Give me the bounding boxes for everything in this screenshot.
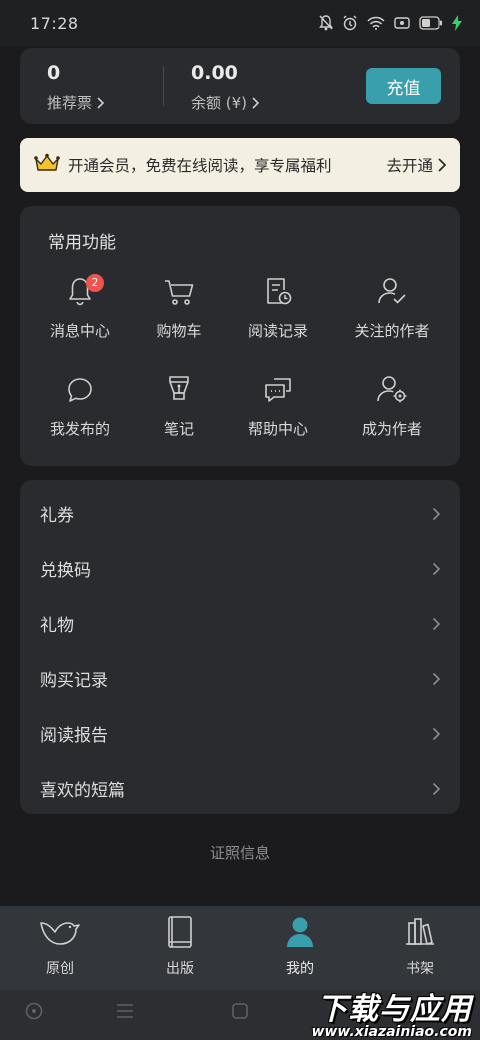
tab-label: 出版 bbox=[166, 961, 194, 977]
tab-label: 我的 bbox=[286, 961, 314, 977]
menu-item-gifts[interactable]: 礼物 bbox=[20, 596, 460, 651]
recent-apps-icon[interactable] bbox=[231, 1002, 249, 1024]
message-badge: 2 bbox=[86, 274, 104, 292]
status-icons: 41 bbox=[319, 15, 462, 31]
help-chat-icon bbox=[263, 376, 293, 408]
chevron-right-icon bbox=[432, 617, 440, 630]
common-functions-panel: 常用功能 2 消息中心 购物车 阅读记录 关注的作者 我发布的 笔记 帮助中心 … bbox=[20, 206, 460, 466]
mute-bell-icon bbox=[319, 15, 333, 31]
chevron-right-icon bbox=[432, 507, 440, 520]
function-label: 阅读记录 bbox=[247, 322, 308, 340]
menu-item-redeem-code[interactable]: 兑换码 bbox=[20, 541, 460, 596]
author-settings-icon bbox=[376, 374, 408, 408]
home-circle-icon[interactable] bbox=[25, 1002, 43, 1024]
tickets-label: 推荐票 bbox=[47, 94, 93, 112]
menu-item-liked-shorts[interactable]: 喜欢的短篇 bbox=[20, 761, 460, 816]
chevron-right-icon bbox=[252, 96, 260, 109]
wifi-icon bbox=[367, 16, 385, 30]
book-icon bbox=[167, 915, 193, 953]
user-icon bbox=[285, 916, 315, 952]
bottom-tab-bar: 原创 出版 我的 书架 bbox=[0, 906, 480, 990]
vip-link-label: 去开通 bbox=[386, 157, 433, 175]
recommend-tickets[interactable]: 0 推荐票 bbox=[47, 62, 105, 113]
crown-icon bbox=[34, 153, 60, 177]
chevron-right-icon bbox=[432, 562, 440, 575]
function-label: 关注的作者 bbox=[354, 322, 430, 340]
tab-original[interactable]: 原创 bbox=[0, 916, 120, 978]
function-notes[interactable]: 笔记 bbox=[144, 376, 214, 439]
vip-text: 开通会员，免费在线阅读，享专属福利 bbox=[68, 157, 332, 175]
watermark-title: 下载与应用 bbox=[317, 992, 472, 1027]
menu-item-label: 阅读报告 bbox=[40, 726, 108, 746]
function-followed-authors[interactable]: 关注的作者 bbox=[337, 278, 447, 341]
section-title: 常用功能 bbox=[48, 233, 116, 253]
function-my-posts[interactable]: 我发布的 bbox=[25, 376, 135, 439]
menu-item-label: 购买记录 bbox=[40, 671, 108, 691]
chevron-right-icon bbox=[97, 96, 105, 109]
function-become-author[interactable]: 成为作者 bbox=[337, 376, 447, 439]
charging-icon bbox=[452, 15, 462, 31]
watermark: 下载与应用 www.xiazainiao.com bbox=[311, 984, 472, 1040]
chevron-right-icon bbox=[432, 727, 440, 740]
balance-label: 余额 (¥) bbox=[191, 94, 248, 112]
bird-icon bbox=[39, 917, 81, 951]
cart-icon bbox=[163, 278, 195, 310]
tickets-value: 0 bbox=[47, 62, 61, 84]
license-info-link[interactable]: 证照信息 bbox=[0, 842, 480, 863]
tab-label: 书架 bbox=[406, 961, 434, 977]
chevron-right-icon bbox=[432, 672, 440, 685]
menu-item-reading-report[interactable]: 阅读报告 bbox=[20, 706, 460, 761]
bookshelf-icon bbox=[403, 916, 437, 952]
balance-value: 0.00 bbox=[191, 62, 238, 84]
reading-history-icon bbox=[264, 276, 292, 310]
menu-item-coupons[interactable]: 礼券 bbox=[20, 486, 460, 541]
battery-icon: 41 bbox=[419, 16, 443, 30]
tab-bookshelf[interactable]: 书架 bbox=[360, 916, 480, 978]
chevron-right-icon bbox=[438, 158, 446, 172]
divider bbox=[163, 66, 164, 106]
menu-item-label: 礼物 bbox=[40, 616, 74, 636]
function-message-center[interactable]: 2 消息中心 bbox=[25, 274, 135, 341]
vip-open-link[interactable]: 去开通 bbox=[386, 154, 446, 176]
menu-item-label: 兑换码 bbox=[40, 561, 91, 581]
function-cart[interactable]: 购物车 bbox=[124, 278, 234, 341]
screen-record-icon bbox=[394, 16, 410, 30]
recharge-button[interactable]: 充值 bbox=[366, 68, 441, 104]
tab-publishing[interactable]: 出版 bbox=[120, 916, 240, 978]
tab-label: 原创 bbox=[46, 961, 74, 977]
chevron-right-icon bbox=[432, 782, 440, 795]
chat-bubble-icon bbox=[66, 376, 94, 408]
menu-list: 礼券 兑换码 礼物 购买记录 阅读报告 喜欢的短篇 bbox=[20, 480, 460, 814]
status-time: 17:28 bbox=[30, 13, 79, 33]
balance[interactable]: 0.00 余额 (¥) bbox=[191, 62, 260, 113]
wallet-panel: 0 推荐票 0.00 余额 (¥) 充值 bbox=[20, 48, 460, 124]
function-label: 购物车 bbox=[156, 322, 202, 340]
alarm-icon bbox=[342, 15, 358, 31]
function-help-center[interactable]: 帮助中心 bbox=[223, 376, 333, 439]
menu-item-label: 喜欢的短篇 bbox=[40, 781, 125, 801]
function-label: 消息中心 bbox=[49, 322, 110, 340]
menu-lines-icon[interactable] bbox=[116, 1002, 134, 1024]
svg-text:41: 41 bbox=[431, 20, 440, 29]
function-label: 成为作者 bbox=[361, 420, 422, 438]
status-bar: 17:28 41 bbox=[0, 0, 480, 46]
tab-mine[interactable]: 我的 bbox=[240, 916, 360, 978]
vip-banner[interactable]: 开通会员，免费在线阅读，享专属福利 去开通 bbox=[20, 138, 460, 192]
function-label: 我发布的 bbox=[49, 420, 110, 438]
followed-author-icon bbox=[377, 276, 407, 310]
menu-item-purchase-history[interactable]: 购买记录 bbox=[20, 651, 460, 706]
watermark-url: www.xiazainiao.com bbox=[311, 1024, 472, 1040]
function-label: 笔记 bbox=[163, 420, 194, 438]
function-label: 帮助中心 bbox=[247, 420, 308, 438]
function-reading-history[interactable]: 阅读记录 bbox=[223, 278, 333, 341]
pen-nib-icon bbox=[166, 374, 192, 408]
menu-item-label: 礼券 bbox=[40, 506, 74, 526]
